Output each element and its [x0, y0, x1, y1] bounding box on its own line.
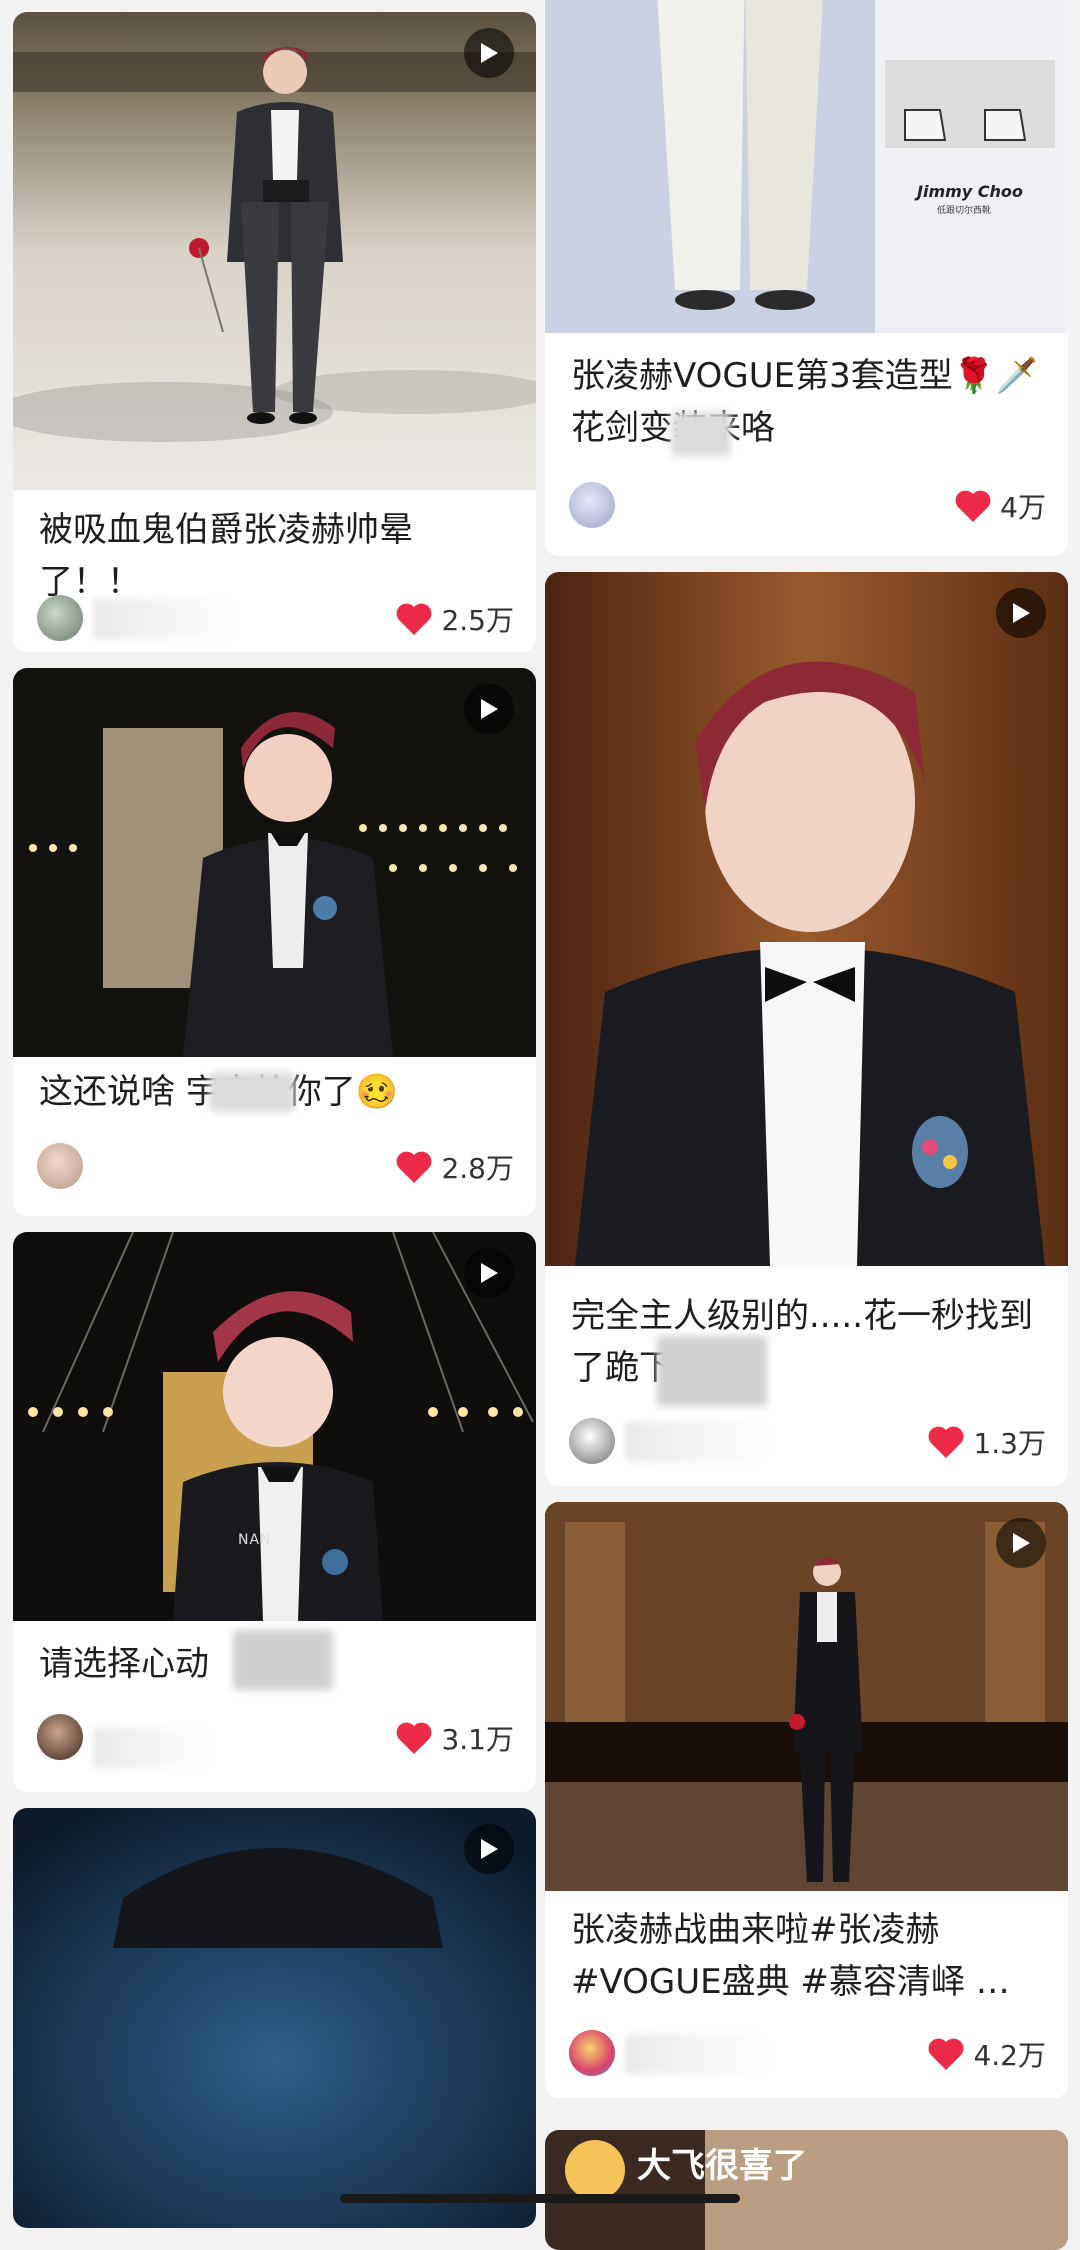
author-name-hidden[interactable]: [93, 599, 243, 639]
heart-icon: [397, 603, 432, 635]
blur-patch: [209, 1072, 295, 1112]
cover-text: 大飞很喜了: [637, 2146, 807, 2186]
play-icon: [464, 684, 514, 734]
like-count: 2.5万: [441, 604, 514, 637]
play-icon: [464, 1824, 514, 1874]
author-name-hidden[interactable]: [625, 2034, 775, 2074]
cover-image[interactable]: [545, 572, 1068, 1266]
heart-icon: [929, 2038, 964, 2070]
like-button[interactable]: 4.2万: [927, 2034, 1046, 2074]
heart-icon: [955, 490, 991, 522]
avatar[interactable]: [569, 1418, 615, 1464]
cover-image[interactable]: [13, 12, 536, 490]
like-count: 1.3万: [973, 1427, 1046, 1460]
note-meta: 3.1万: [37, 1714, 514, 1768]
like-count: 4万: [1000, 491, 1046, 524]
author-name-hidden[interactable]: [93, 1728, 213, 1768]
avatar[interactable]: [37, 595, 83, 641]
play-icon: [464, 1248, 514, 1298]
play-icon: [996, 1518, 1046, 1568]
note-meta: 2.5万: [37, 595, 514, 645]
cover-image[interactable]: [13, 668, 536, 1057]
heart-icon: [929, 1426, 964, 1458]
note-meta: 2.8万: [37, 1143, 514, 1193]
note-title[interactable]: 张凌赫战曲来啦#张凌赫 #VOGUE盛典 #慕容清峄 …: [571, 1904, 1046, 2008]
note-title[interactable]: 张凌赫VOGUE第3套造型🌹🗡️花剑变装来咯: [571, 350, 1046, 454]
like-button[interactable]: 2.5万: [395, 599, 514, 639]
blur-patch: [657, 1336, 767, 1406]
note-card[interactable]: 这还说啥 宇宙给你了🥴 2.8万: [13, 668, 536, 1216]
note-card[interactable]: Jimmy Choo 低跟切尔西靴 张凌赫VOGUE第3套造型🌹🗡️花剑变装来咯…: [545, 0, 1068, 556]
heart-icon: [397, 1722, 432, 1754]
avatar[interactable]: [37, 1143, 83, 1189]
cover-image[interactable]: [13, 1808, 536, 2228]
heart-icon: [397, 1151, 432, 1183]
note-card[interactable]: 完全主人级别的.....花一秒找到了跪下的位 1.3万: [545, 572, 1068, 1486]
note-meta: 1.3万: [569, 1418, 1046, 1468]
author-name-hidden[interactable]: [625, 1422, 775, 1462]
cover-image[interactable]: NAN: [13, 1232, 536, 1621]
like-button[interactable]: 4万: [954, 486, 1046, 526]
like-count: 4.2万: [973, 2039, 1046, 2072]
note-card[interactable]: [13, 1808, 536, 2228]
blur-patch: [233, 1630, 333, 1690]
note-meta: 4.2万: [569, 2030, 1046, 2080]
note-card[interactable]: 大飞很喜了: [545, 2130, 1068, 2250]
play-icon: [996, 588, 1046, 638]
play-icon: [464, 28, 514, 78]
blur-patch: [671, 412, 731, 456]
note-card[interactable]: 张凌赫战曲来啦#张凌赫 #VOGUE盛典 #慕容清峄 … 4.2万: [545, 1502, 1068, 2098]
brand-sub-label: 低跟切尔西靴: [937, 206, 992, 216]
cover-image[interactable]: Jimmy Choo 低跟切尔西靴: [545, 0, 1068, 333]
cover-image[interactable]: 大飞很喜了: [545, 2130, 1068, 2250]
cover-image[interactable]: [545, 1502, 1068, 1891]
note-meta: 4万: [569, 482, 1046, 532]
note-card[interactable]: 被吸血鬼伯爵张凌赫帅晕了！！ 2.5万: [13, 12, 536, 652]
watermark: NAN: [238, 1532, 272, 1548]
avatar[interactable]: [569, 482, 615, 528]
note-title[interactable]: 完全主人级别的.....花一秒找到了跪下的位: [571, 1290, 1046, 1394]
like-button[interactable]: 2.8万: [395, 1147, 514, 1187]
like-count: 3.1万: [441, 1723, 514, 1756]
like-button[interactable]: 1.3万: [927, 1422, 1046, 1462]
home-indicator[interactable]: [340, 2194, 740, 2203]
note-title[interactable]: 被吸血鬼伯爵张凌赫帅晕了！！: [39, 504, 514, 608]
brand-label: Jimmy Choo: [917, 182, 1023, 201]
avatar[interactable]: [37, 1714, 83, 1760]
note-card[interactable]: NAN 请选择心动 3.1万: [13, 1232, 536, 1792]
like-count: 2.8万: [441, 1152, 514, 1185]
avatar[interactable]: [569, 2030, 615, 2076]
like-button[interactable]: 3.1万: [395, 1718, 514, 1758]
